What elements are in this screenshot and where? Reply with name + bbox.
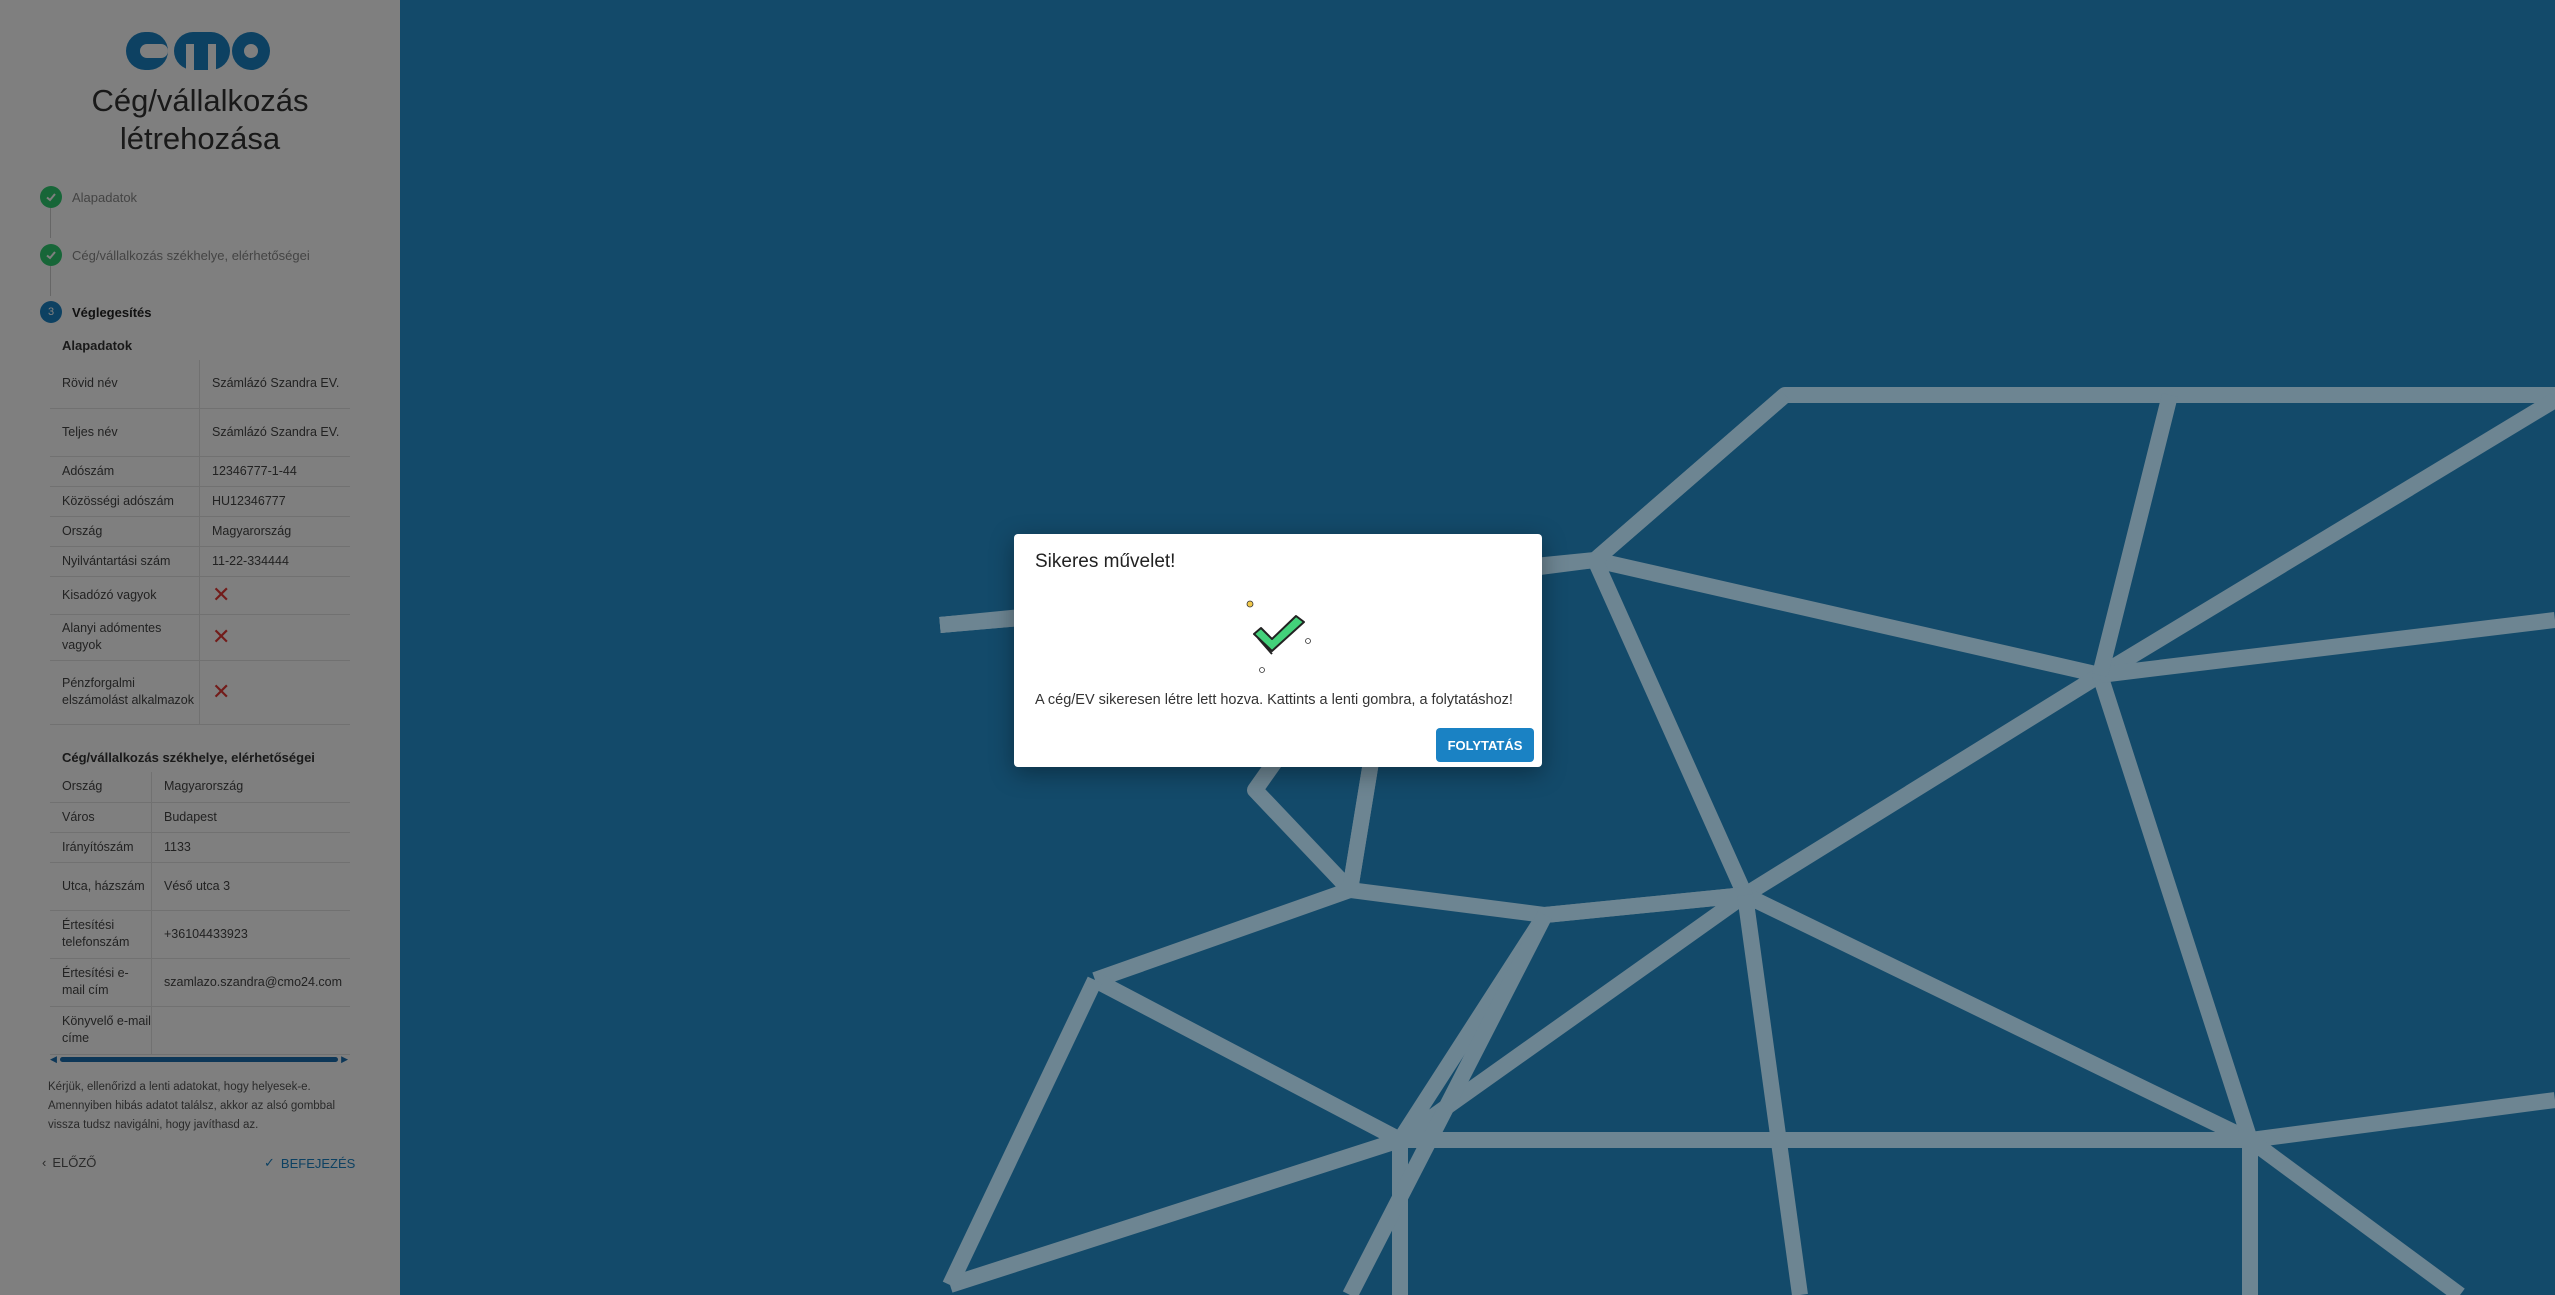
modal-backdrop-left	[0, 0, 400, 1295]
wizard-sidebar: Cég/vállalkozás létrehozása Alapadatok C…	[0, 0, 400, 1295]
success-dialog: Sikeres művelet! A cég/EV sikeresen létr…	[1014, 534, 1542, 767]
dialog-title: Sikeres művelet!	[1035, 551, 1176, 572]
check-success-icon	[1246, 600, 1311, 673]
dialog-message: A cég/EV sikeresen létre lett hozva. Kat…	[1035, 692, 1513, 708]
continue-button[interactable]: FOLYTATÁS	[1436, 728, 1534, 762]
